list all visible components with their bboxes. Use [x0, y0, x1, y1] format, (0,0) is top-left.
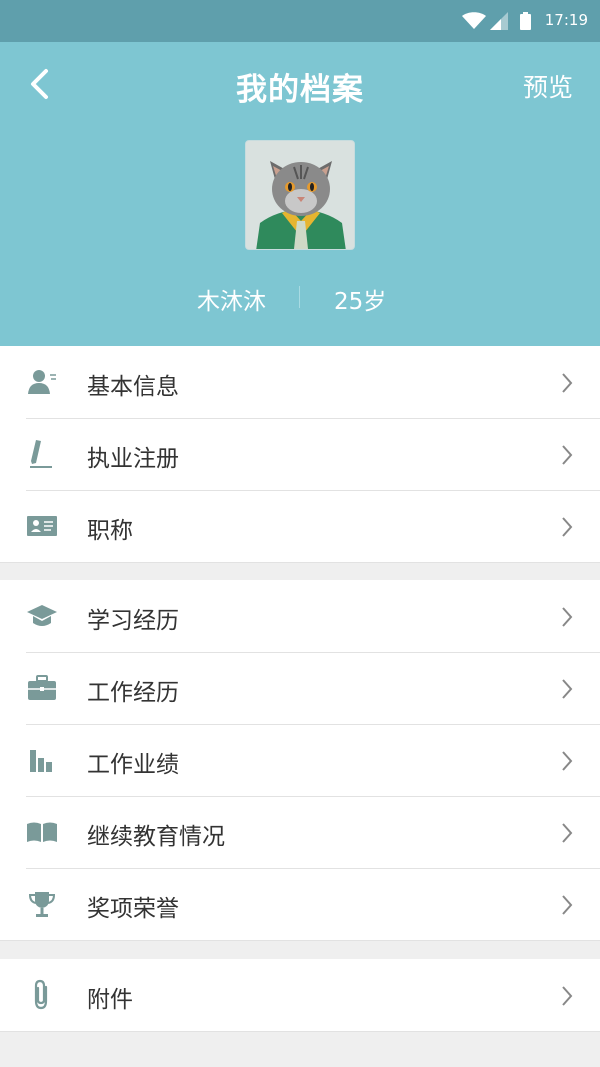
preview-button[interactable]: 预览	[523, 68, 573, 104]
chevron-right-icon	[562, 895, 573, 915]
chevron-right-icon	[562, 986, 573, 1006]
menu-item-label: 工作业绩	[87, 752, 179, 778]
menu-item-label: 学习经历	[87, 608, 179, 634]
pencil-icon	[30, 440, 52, 468]
chevron-right-icon	[562, 445, 573, 465]
menu-item-label: 继续教育情况	[87, 824, 225, 850]
chevron-right-icon	[562, 607, 573, 627]
profile-divider	[299, 286, 300, 308]
graduation-cap-icon	[27, 605, 57, 626]
chevron-right-icon	[562, 823, 573, 843]
paperclip-icon	[34, 979, 48, 1010]
trophy-icon	[28, 892, 56, 917]
menu-group-attachments: 附件	[0, 959, 600, 1032]
open-book-icon	[27, 822, 57, 842]
menu-item-continuing-education[interactable]: 继续教育情况	[0, 796, 600, 868]
menu-item-attachments[interactable]: 附件	[0, 959, 600, 1031]
chevron-right-icon	[562, 679, 573, 699]
menu-item-label: 附件	[87, 987, 133, 1013]
chevron-right-icon	[562, 751, 573, 771]
menu-group-experience: 学习经历 工作经历 工作业绩 继续教育情况 奖项荣誉	[0, 580, 600, 941]
cellular-signal-icon	[490, 12, 508, 30]
menu-item-professional-title[interactable]: 职称	[0, 490, 600, 562]
menu-item-label: 奖项荣誉	[87, 896, 179, 922]
menu-item-label: 工作经历	[87, 680, 179, 706]
user-info-icon	[28, 370, 56, 394]
chevron-right-icon	[562, 373, 573, 393]
wifi-icon	[462, 12, 486, 29]
menu-item-label: 基本信息	[87, 374, 179, 400]
menu-item-work-history[interactable]: 工作经历	[0, 652, 600, 724]
menu-item-education-history[interactable]: 学习经历	[0, 580, 600, 652]
menu-item-practice-registration[interactable]: 执业注册	[0, 418, 600, 490]
cat-avatar-image	[246, 141, 354, 249]
battery-icon	[520, 12, 531, 30]
menu-item-work-achievements[interactable]: 工作业绩	[0, 724, 600, 796]
profile-age: 25岁	[334, 289, 387, 315]
status-bar: 17:19	[0, 0, 600, 42]
page-title: 我的档案	[236, 72, 364, 108]
id-card-icon	[27, 516, 57, 536]
bar-chart-icon	[30, 750, 52, 772]
menu-item-awards-honors[interactable]: 奖项荣誉	[0, 868, 600, 940]
profile-summary: 木沐沐 25岁	[0, 280, 600, 316]
briefcase-icon	[28, 675, 56, 700]
menu-group-basic: 基本信息 执业注册 职称	[0, 346, 600, 563]
avatar[interactable]	[245, 140, 355, 250]
menu-item-basic-info[interactable]: 基本信息	[0, 346, 600, 418]
status-time: 17:19	[544, 11, 588, 29]
profile-header: 我的档案 预览 木沐沐 25岁	[0, 42, 600, 346]
profile-name: 木沐沐	[197, 289, 266, 315]
menu-item-label: 职称	[87, 518, 133, 544]
chevron-right-icon	[562, 517, 573, 537]
menu-item-label: 执业注册	[87, 446, 179, 472]
